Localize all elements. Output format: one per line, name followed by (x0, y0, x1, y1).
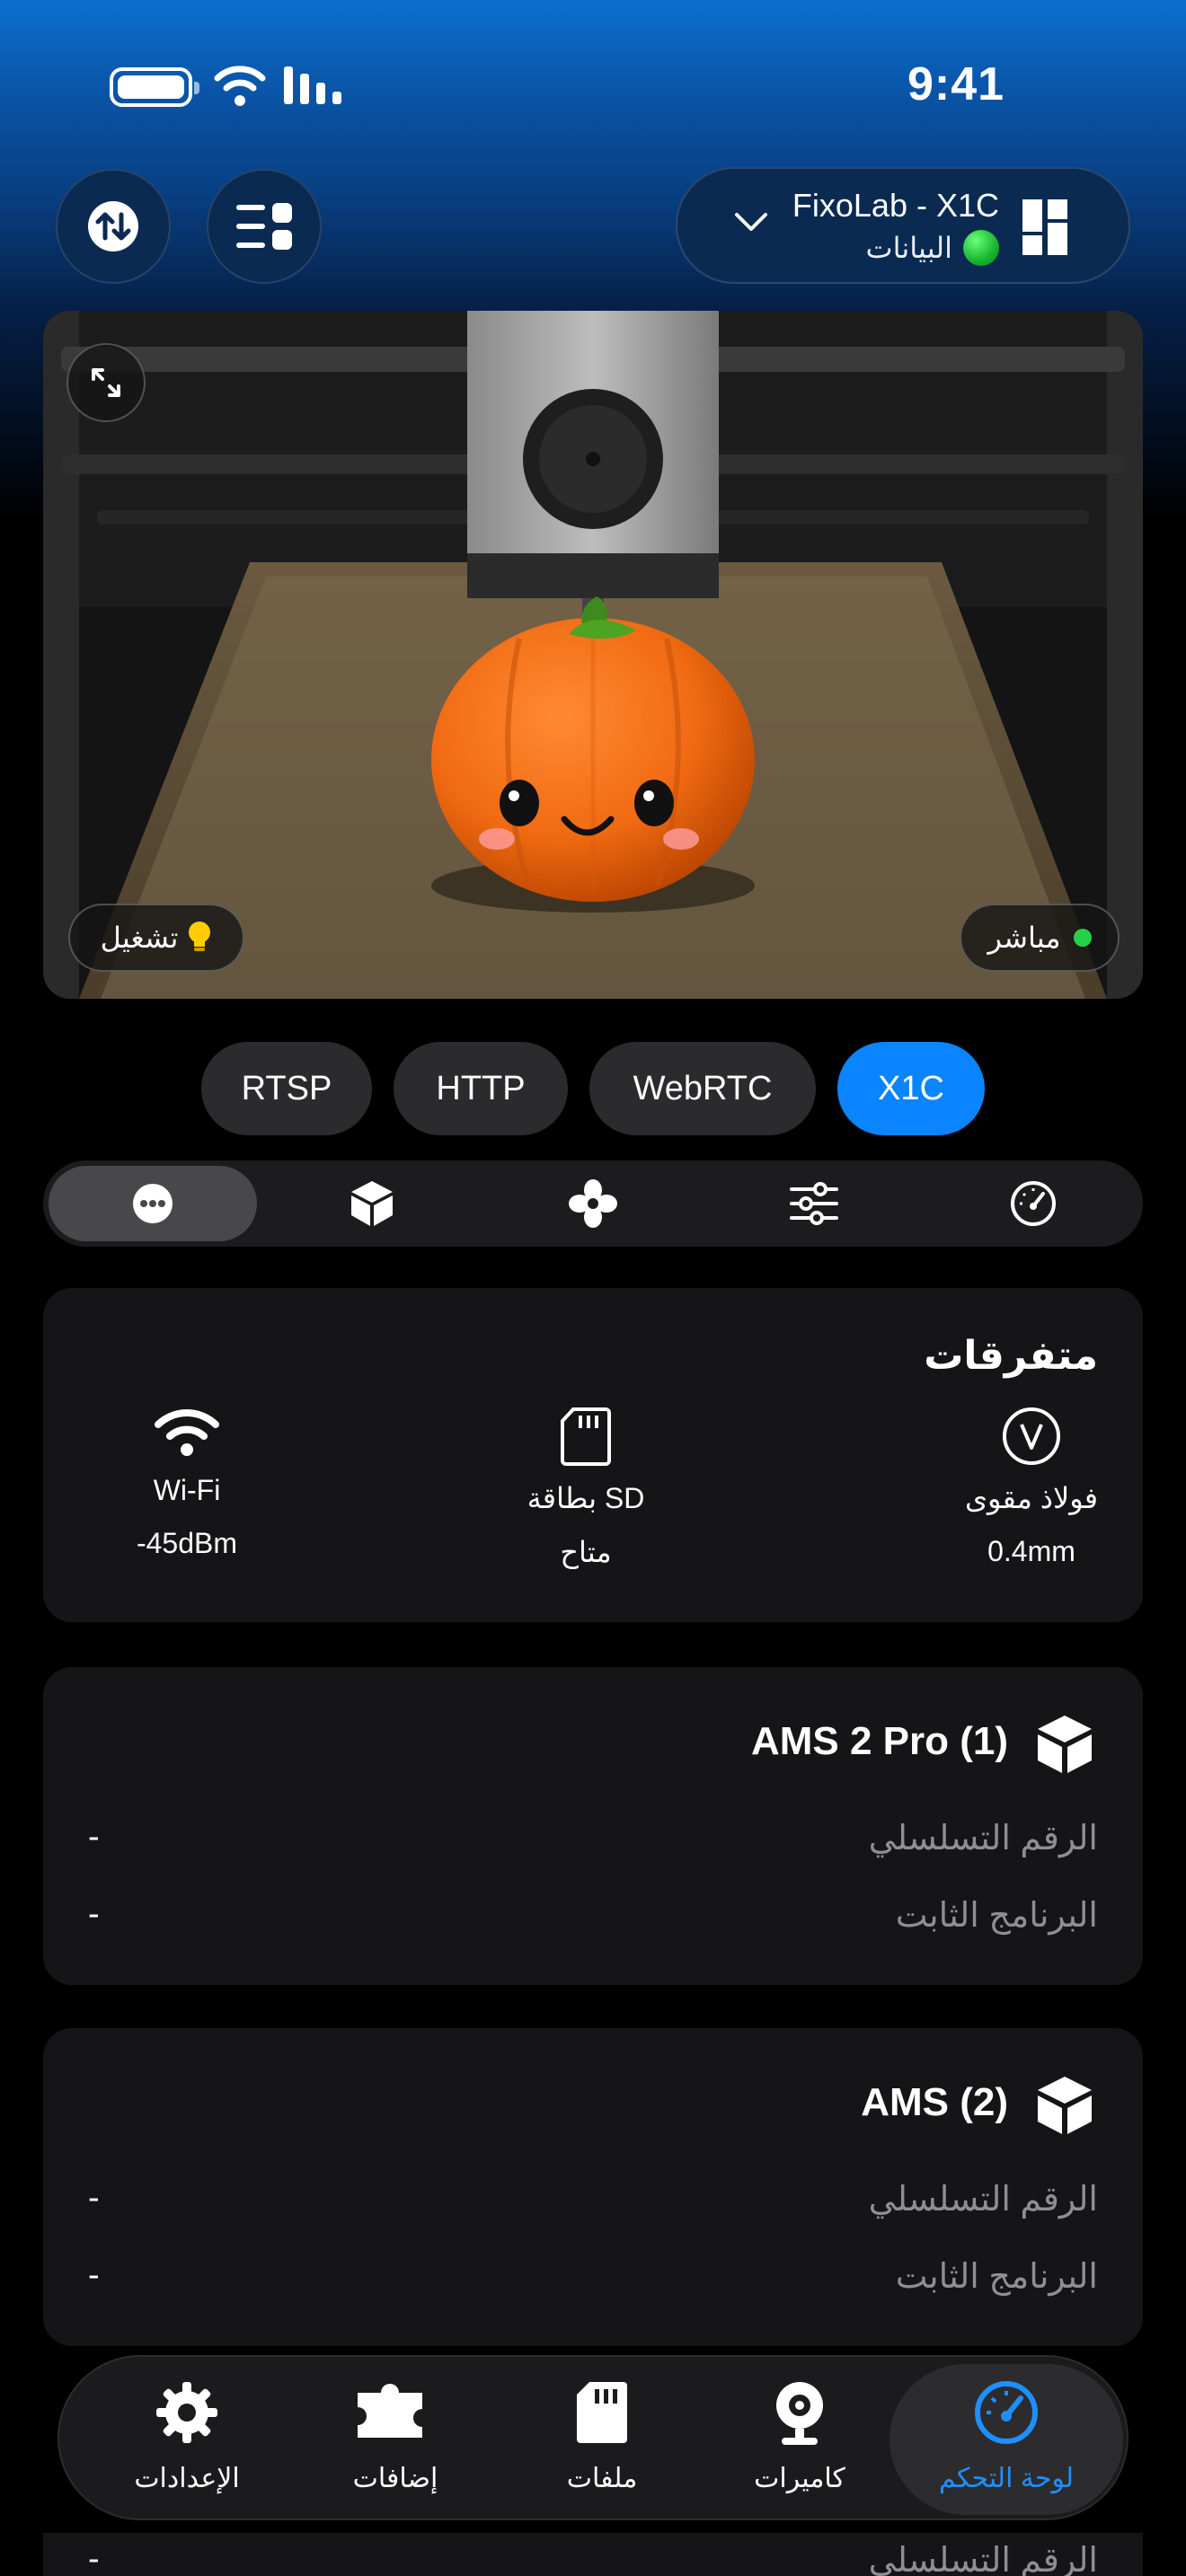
ams-title: AMS 2 Pro (1) (750, 1719, 1008, 1763)
segment-more[interactable] (49, 1166, 257, 1241)
tab-plugins[interactable]: إضافات (296, 2357, 494, 2522)
clock: 9:41 (907, 58, 1005, 110)
fullscreen-button[interactable] (66, 343, 146, 422)
tab-files-label: ملفات (566, 2464, 638, 2493)
battery-icon (110, 67, 199, 107)
puzzle-icon (358, 2384, 422, 2438)
fan-icon (569, 1179, 617, 1228)
serial-value: - (88, 2540, 100, 2576)
expand-icon (92, 368, 120, 397)
sd-card-icon (561, 1407, 611, 1466)
printer-status-label: البيانات (865, 232, 952, 264)
misc-title: متفرقات (924, 1334, 1098, 1378)
cube-icon (1038, 2077, 1092, 2134)
wifi-info: Wi-Fi -45dBm (79, 1407, 295, 1560)
live-dot-icon (1073, 929, 1092, 947)
plate-icon (1003, 1407, 1060, 1465)
status-bar: 9:41 (0, 0, 1186, 171)
segment-dashboard[interactable] (929, 1166, 1137, 1241)
wifi-status-icon (214, 66, 266, 106)
source-tab-http[interactable]: HTTP (394, 1042, 568, 1135)
camera-image (43, 311, 1143, 999)
chamber-light-toggle[interactable]: تشغيل (68, 904, 244, 972)
ams-card-1: AMS 2 Pro (1) الرقم التسلسلي - البرنامج … (43, 1667, 1143, 1985)
sd-card-info: بطاقة SD متاح (478, 1407, 694, 1569)
plate-label: فولاذ مقوى (964, 1482, 1099, 1514)
printer-status: البيانات (866, 230, 999, 266)
more-icon (133, 1184, 173, 1223)
live-label: مباشر (987, 922, 1061, 954)
ams-title: AMS (2) (861, 2080, 1008, 2124)
lightbulb-icon (189, 922, 211, 951)
ams-card-3-peek: الرقم التسلسلي - (43, 2533, 1143, 2576)
sd-card-icon (577, 2382, 627, 2443)
tab-plugins-label: إضافات (352, 2464, 438, 2493)
tab-settings-label: الإعدادات (134, 2464, 240, 2493)
printer-name: FixoLab - X1C (792, 187, 999, 224)
serial-label: الرقم التسلسلي (868, 2542, 1098, 2576)
cellular-signal-icon (284, 66, 341, 104)
transfer-button[interactable] (56, 169, 171, 284)
tab-dashboard[interactable]: لوحة التحكم (907, 2357, 1105, 2522)
plate-value: 0.4mm (987, 1535, 1075, 1567)
list-layout-icon (236, 203, 292, 250)
tab-files[interactable]: ملفات (503, 2357, 701, 2522)
gauge-icon (975, 2381, 1038, 2444)
source-tab-rtsp[interactable]: RTSP (201, 1042, 372, 1135)
serial-value: - (88, 1818, 100, 1856)
tab-cameras[interactable]: كاميرات (701, 2357, 898, 2522)
sliders-icon (790, 1182, 838, 1225)
webcam-icon (776, 2382, 823, 2445)
sd-card-value: متاح (560, 1536, 612, 1568)
firmware-label: البرنامج الثابت (895, 1897, 1098, 1935)
tab-cameras-label: كاميرات (754, 2464, 845, 2493)
plate-info: فولاذ مقوى 0.4mm (924, 1407, 1139, 1568)
gauge-icon (1011, 1181, 1056, 1226)
wifi-label: Wi-Fi (153, 1474, 221, 1506)
cube-icon (1038, 1716, 1092, 1773)
live-indicator: مباشر (960, 904, 1120, 972)
serial-value: - (88, 2179, 100, 2217)
tab-settings[interactable]: الإعدادات (88, 2357, 286, 2522)
cube-icon (351, 1181, 393, 1226)
wifi-icon (155, 1409, 219, 1456)
camera-feed[interactable]: تشغيل مباشر (43, 311, 1143, 999)
chevron-down-icon (735, 213, 767, 231)
segment-fans[interactable] (489, 1166, 697, 1241)
serial-label: الرقم التسلسلي (868, 2181, 1098, 2219)
gear-icon (156, 2382, 217, 2443)
transfer-icon (88, 201, 138, 251)
section-segmented-control (43, 1160, 1143, 1247)
ams-card-2: AMS (2) الرقم التسلسلي - البرنامج الثابت… (43, 2028, 1143, 2346)
firmware-label: البرنامج الثابت (895, 2258, 1098, 2296)
segment-controls[interactable] (710, 1166, 918, 1241)
misc-card: متفرقات Wi-Fi -45dBm بطاقة SD متاح فولاذ… (43, 1288, 1143, 1622)
bambu-logo-icon (1022, 199, 1067, 255)
tab-bar: الإعدادات إضافات ملفات كاميرات لوحة التح… (58, 2355, 1128, 2520)
wifi-value: -45dBm (136, 1527, 238, 1559)
serial-label: الرقم التسلسلي (868, 1820, 1098, 1857)
printer-selector[interactable]: FixoLab - X1C البيانات (676, 167, 1130, 284)
firmware-value: - (88, 1895, 100, 1933)
firmware-value: - (88, 2256, 100, 2294)
source-tab-x1c[interactable]: X1C (837, 1042, 985, 1135)
sd-card-label: بطاقة SD (527, 1482, 645, 1514)
source-tab-webrtc[interactable]: WebRTC (589, 1042, 816, 1135)
tab-dashboard-label: لوحة التحكم (938, 2464, 1075, 2493)
layout-button[interactable] (207, 169, 322, 284)
online-status-icon (963, 230, 999, 266)
light-label: تشغيل (100, 922, 179, 954)
segment-ams[interactable] (268, 1166, 476, 1241)
